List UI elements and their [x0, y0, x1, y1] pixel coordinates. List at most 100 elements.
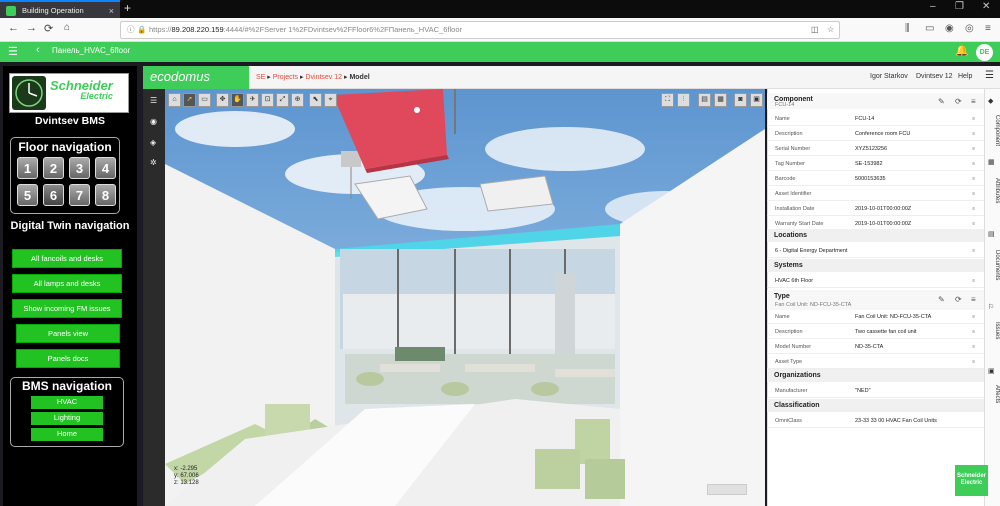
property-row[interactable]: Installation Date 2019-10-01T00:00:00Z ≡ — [767, 202, 984, 216]
render-icon[interactable]: ▣ — [750, 93, 763, 107]
property-action-icon[interactable]: ≡ — [972, 127, 975, 141]
help-link[interactable]: Help — [958, 73, 972, 80]
digital-twin-button-5[interactable]: Panels docs — [16, 349, 120, 368]
floor-button-8[interactable]: 8 — [95, 184, 116, 206]
property-row[interactable]: Name Fan Coil Unit: ND-FCU-35-CTA ≡ — [767, 310, 984, 324]
omniclass-row[interactable]: OmniClass 23-33 33 00 HVAC Fan Coil Unit… — [767, 414, 984, 428]
property-row[interactable]: Description Two cassette fan coil unit ≡ — [767, 325, 984, 339]
pan-icon[interactable]: ✥ — [216, 93, 229, 107]
digital-twin-button-2[interactable]: All lamps and desks — [12, 274, 122, 293]
location-action-icon[interactable]: ≡ — [972, 244, 975, 258]
maximize-icon[interactable]: ❐ — [955, 1, 964, 12]
property-action-icon[interactable]: ≡ — [972, 187, 975, 201]
measure-icon[interactable]: ▭ — [198, 93, 211, 107]
browser-tab[interactable]: Building Operation WebStation × — [0, 0, 120, 33]
zoom-fit-icon[interactable]: ⤢ — [276, 93, 289, 107]
account-icon[interactable]: ◉ — [945, 23, 954, 34]
property-action-icon[interactable]: ≡ — [972, 202, 975, 216]
property-action-icon[interactable]: ≡ — [972, 355, 975, 369]
bookmark-star-icon[interactable]: ☆ — [827, 22, 834, 38]
list-type-icon[interactable]: ≡ — [971, 295, 976, 304]
orbit-icon[interactable]: ✋ — [231, 93, 244, 107]
home-icon[interactable]: ⌂ — [64, 22, 70, 33]
properties-icon[interactable]: ▦ — [714, 93, 727, 107]
digital-twin-button-1[interactable]: All fancoils and desks — [12, 249, 122, 268]
back-chevron-icon[interactable]: ‹ — [36, 44, 40, 56]
addon-icon[interactable]: ◎ — [965, 23, 974, 34]
project-selector[interactable]: Dvintsev 12 — [916, 73, 953, 80]
new-tab-button[interactable]: + — [124, 1, 131, 15]
system-row[interactable]: HVAC 6th Floor ≡ — [767, 274, 984, 288]
bms-nav-button-lighting[interactable]: Lighting — [31, 412, 103, 425]
eye-icon[interactable]: ◉ — [150, 117, 157, 126]
reload-icon[interactable]: ⟳ — [44, 22, 53, 35]
system-action-icon[interactable]: ≡ — [972, 274, 975, 288]
tab-affects[interactable]: Affects — [984, 377, 1000, 412]
edit-type-icon[interactable]: ✎ — [938, 295, 945, 304]
refresh-type-icon[interactable]: ⟳ — [955, 295, 962, 304]
property-row[interactable]: Tag Number SE-153982 ≡ — [767, 157, 984, 171]
property-action-icon[interactable]: ≡ — [972, 112, 975, 126]
menu-icon[interactable]: ☰ — [8, 45, 18, 58]
pocket-icon[interactable]: ◫ — [811, 22, 819, 38]
fly-icon[interactable]: ✈ — [246, 93, 259, 107]
property-row[interactable]: Model Number ND-35-CTA ≡ — [767, 340, 984, 354]
url-bar[interactable]: ⓘ 🔒 https://89.208.220.159:4444/#%2FServ… — [120, 21, 840, 39]
property-action-icon[interactable]: ≡ — [972, 157, 975, 171]
back-arrow-icon[interactable]: ← — [8, 22, 19, 34]
avatar[interactable]: DE — [976, 44, 993, 61]
settings-icon[interactable]: ✲ — [150, 158, 157, 167]
notification-bell-icon[interactable]: 🔔 — [955, 44, 969, 57]
forward-arrow-icon[interactable]: → — [26, 22, 37, 34]
list-component-icon[interactable]: ≡ — [971, 97, 976, 106]
floor-button-7[interactable]: 7 — [69, 184, 90, 206]
property-action-icon[interactable]: ≡ — [972, 325, 975, 339]
floor-button-6[interactable]: 6 — [43, 184, 64, 206]
zoom-window-icon[interactable]: ⊡ — [261, 93, 274, 107]
user-name[interactable]: Igor Starkov — [870, 73, 908, 80]
property-row[interactable]: Name FCU-14 ≡ — [767, 112, 984, 126]
floor-button-5[interactable]: 5 — [17, 184, 38, 206]
digital-twin-button-4[interactable]: Panels view — [16, 324, 120, 343]
bms-nav-button-hvac[interactable]: HVAC — [31, 396, 103, 409]
tab-component[interactable]: Component — [984, 108, 1000, 153]
bms-nav-button-home[interactable]: Home — [31, 428, 103, 441]
breadcrumb-project[interactable]: Dvintsev 12 — [305, 74, 342, 81]
property-action-icon[interactable]: ≡ — [972, 310, 975, 324]
close-window-icon[interactable]: ✕ — [982, 1, 990, 12]
floor-button-4[interactable]: 4 — [95, 157, 116, 179]
property-action-icon[interactable]: ≡ — [972, 142, 975, 156]
chart-icon[interactable]: ⫶ — [677, 93, 690, 107]
fullscreen-icon[interactable]: ⛶ — [661, 93, 674, 107]
home-view-icon[interactable]: ⌂ — [168, 93, 181, 107]
property-row[interactable]: Asset Identifier ≡ — [767, 187, 984, 201]
browser-menu-icon[interactable]: ≡ — [985, 23, 991, 34]
tab-issues[interactable]: Issues — [984, 313, 1000, 348]
camera-icon[interactable]: ◙ — [734, 93, 747, 107]
pointer-icon[interactable]: ⬉ — [309, 93, 322, 107]
layers-icon[interactable]: ◈ — [150, 138, 156, 147]
property-action-icon[interactable]: ≡ — [972, 340, 975, 354]
floor-button-2[interactable]: 2 — [43, 157, 64, 179]
property-row[interactable]: Serial Number XYZ5123256 ≡ — [767, 142, 984, 156]
location-row[interactable]: 6 - Digital Energy Department ≡ — [767, 244, 984, 258]
floor-button-3[interactable]: 3 — [69, 157, 90, 179]
section-icon[interactable]: ⊕ — [291, 93, 304, 107]
viewcube-placeholder[interactable] — [707, 484, 747, 495]
breadcrumb-projects[interactable]: Projects — [273, 74, 298, 81]
manufacturer-row[interactable]: Manufacturer "NED" — [767, 384, 984, 398]
model-viewer[interactable] — [165, 89, 765, 506]
markup-icon[interactable]: ⌖ — [324, 93, 337, 107]
tab-documents[interactable]: Documents — [984, 240, 1000, 290]
sidebar-icon[interactable]: ▭ — [925, 23, 934, 34]
select-tool-icon[interactable]: ➚ — [183, 93, 196, 107]
tab-attributes[interactable]: Attributes — [984, 168, 1000, 213]
property-row[interactable]: Description Conference room FCU ≡ — [767, 127, 984, 141]
minimize-icon[interactable]: – — [930, 1, 936, 12]
views-icon[interactable]: ▤ — [698, 93, 711, 107]
breadcrumb-se[interactable]: SE — [256, 74, 265, 81]
floor-button-1[interactable]: 1 — [17, 157, 38, 179]
refresh-component-icon[interactable]: ⟳ — [955, 97, 962, 106]
digital-twin-button-3[interactable]: Show incoming FM issues — [12, 299, 122, 318]
edit-component-icon[interactable]: ✎ — [938, 97, 945, 106]
